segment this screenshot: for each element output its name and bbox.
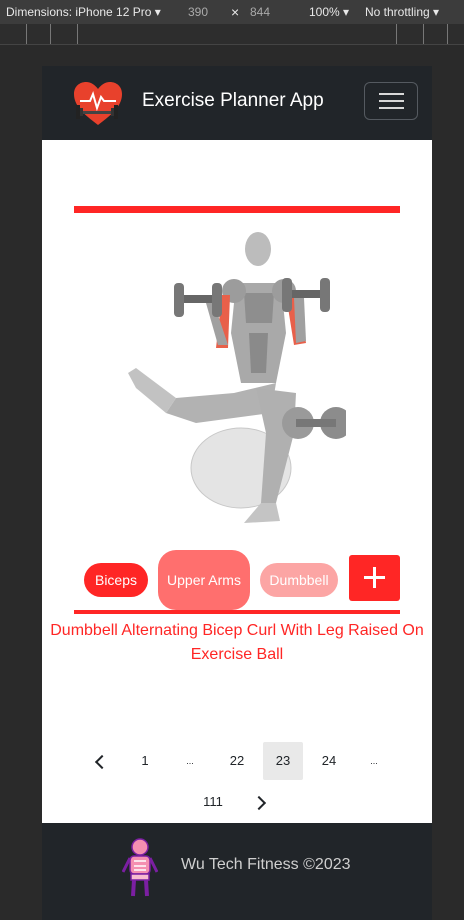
page-24[interactable]: 24	[314, 753, 344, 768]
exercise-image	[128, 232, 346, 523]
zoom-selector[interactable]: 100% ▾	[309, 5, 349, 19]
device-selector[interactable]: Dimensions: iPhone 12 Pro ▾	[6, 5, 161, 19]
height-field[interactable]: 844	[250, 5, 270, 19]
chevron-down-icon: ▾	[343, 5, 350, 19]
footer-copyright: Wu Tech Fitness ©2023	[181, 856, 351, 873]
app-viewport: Exercise Planner App Biceps Upper Arms D…	[42, 66, 432, 920]
accent-divider	[74, 206, 400, 213]
width-field[interactable]: 390	[188, 5, 208, 19]
page-1[interactable]: 1	[132, 753, 158, 768]
chevron-left-icon[interactable]	[94, 754, 110, 770]
chevron-down-icon: ▾	[154, 5, 161, 19]
add-exercise-button[interactable]	[349, 555, 400, 601]
menu-toggle-button[interactable]	[364, 82, 418, 120]
footer: Wu Tech Fitness ©2023	[42, 823, 432, 920]
brand-title[interactable]: Exercise Planner App	[142, 90, 324, 112]
chevron-down-icon: ▾	[433, 5, 440, 19]
page-ellipsis: ...	[370, 756, 378, 766]
tag-dumbbell[interactable]: Dumbbell	[260, 563, 338, 597]
hamburger-icon	[379, 93, 404, 95]
title-divider	[74, 610, 400, 614]
skeleton-mascot-icon	[122, 838, 158, 897]
tag-biceps[interactable]: Biceps	[84, 563, 148, 597]
heart-dumbbell-logo-icon[interactable]	[72, 81, 124, 127]
swap-dimensions-icon[interactable]: ×	[231, 4, 239, 20]
page-ellipsis: ...	[186, 756, 194, 766]
devtools-toolbar: Dimensions: iPhone 12 Pro ▾ 390 × 844 10…	[0, 0, 464, 25]
page-111[interactable]: 111	[197, 794, 229, 809]
chevron-right-icon[interactable]	[251, 795, 267, 811]
navbar: Exercise Planner App	[42, 66, 432, 140]
page-22[interactable]: 22	[222, 753, 252, 768]
media-query-ruler	[0, 24, 464, 45]
page-23-active[interactable]: 23	[263, 742, 303, 780]
exercise-name: Dumbbell Alternating Bicep Curl With Leg…	[50, 622, 424, 663]
throttling-selector[interactable]: No throttling ▾	[365, 5, 439, 19]
tag-upper-arms[interactable]: Upper Arms	[158, 550, 250, 610]
